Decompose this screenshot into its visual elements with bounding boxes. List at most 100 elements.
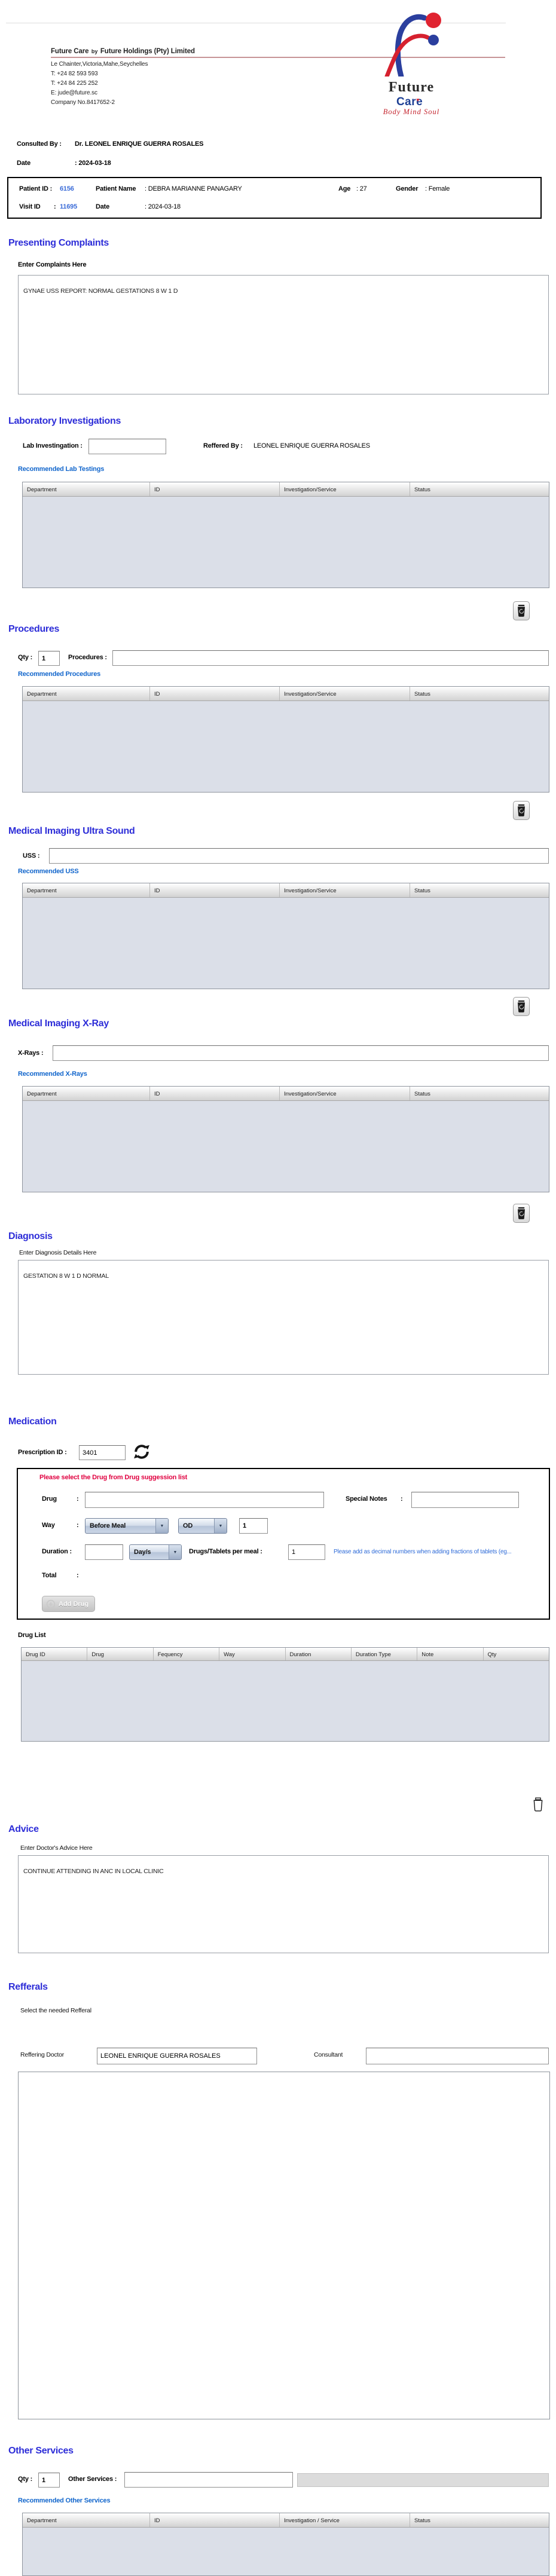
referrals-list-box[interactable] <box>18 2072 550 2419</box>
section-heading-presenting-complaints: Presenting Complaints <box>8 238 109 249</box>
column-header-department: Department <box>23 687 150 700</box>
other-services-table-header: Department ID Investigation / Service St… <box>23 2513 549 2528</box>
referrals-hint: Select the needed Refferal <box>20 2007 91 2014</box>
advice-textarea[interactable]: CONTINUE ATTENDING IN ANC IN LOCAL CLINI… <box>18 1855 549 1953</box>
company-logo: Future Care♥ Body Mind Soul <box>358 6 465 117</box>
refresh-prescription-button[interactable] <box>133 1443 151 1461</box>
column-header-id: ID <box>150 883 280 897</box>
referring-doctor-input[interactable] <box>97 2048 257 2064</box>
visit-id-label: Visit ID <box>19 203 41 210</box>
prescription-id-input[interactable] <box>79 1445 126 1460</box>
uss-input[interactable] <box>49 848 549 864</box>
column-header-investigation: Investigation/Service <box>280 482 410 496</box>
duration-type-dropdown[interactable]: Day/s <box>129 1544 182 1560</box>
way-label: Way <box>42 1522 55 1529</box>
frequency-qty-input[interactable] <box>239 1518 268 1534</box>
frequency-dropdown-value: OD <box>179 1519 214 1533</box>
delete-xray-button[interactable] <box>513 1204 530 1223</box>
company-title-main: Future Care <box>51 48 88 55</box>
drug-label: Drug <box>42 1495 57 1503</box>
column-header-status: Status <box>410 883 549 897</box>
xray-label: X-Rays : <box>18 1050 43 1057</box>
xray-input[interactable] <box>53 1045 549 1061</box>
xray-table-header: Department ID Investigation/Service Stat… <box>23 1087 549 1101</box>
column-header-duration: Duration <box>286 1648 352 1660</box>
add-drug-button[interactable]: Add Drug <box>42 1596 95 1612</box>
xray-table: Department ID Investigation/Service Stat… <box>22 1086 549 1192</box>
delete-uss-button[interactable] <box>513 997 530 1016</box>
delete-advice-button[interactable] <box>531 1795 545 1813</box>
referring-doctor-label: Reffering Doctor <box>20 2051 64 2058</box>
logo-f-swoosh-icon <box>366 6 456 77</box>
other-services-label: Other Services : <box>68 2476 117 2483</box>
fraction-note: Please add as decimal numbers when addin… <box>334 1549 544 1555</box>
column-header-drug-id: Drug ID <box>22 1648 87 1660</box>
frequency-dropdown[interactable]: OD <box>178 1518 227 1534</box>
column-header-investigation: Investigation/Service <box>280 883 410 897</box>
visit-id-colon: : <box>54 203 56 210</box>
patient-gender-label: Gender <box>396 185 418 192</box>
section-heading-referrals: Refferals <box>8 1982 48 1993</box>
logo-tagline: Body Mind Soul <box>358 108 465 117</box>
other-services-qty-input[interactable] <box>38 2473 60 2488</box>
column-header-drug: Drug <box>87 1648 153 1660</box>
drug-colon: : <box>77 1495 78 1503</box>
drug-list-table: Drug ID Drug Fequency Way Duration Durat… <box>21 1647 549 1742</box>
logo-word-care: Care♥ <box>358 96 465 109</box>
duration-label: Duration : <box>42 1548 72 1555</box>
uss-table-header: Department ID Investigation/Service Stat… <box>23 883 549 898</box>
other-services-disabled-field <box>297 2473 549 2487</box>
other-services-table: Department ID Investigation / Service St… <box>22 2513 549 2576</box>
patient-id-value: 6156 <box>60 185 74 192</box>
special-notes-colon: : <box>401 1495 402 1503</box>
column-header-status: Status <box>410 1087 549 1100</box>
patient-name-label: Patient Name <box>96 185 136 192</box>
column-header-status: Status <box>410 687 549 700</box>
drug-input[interactable] <box>85 1492 324 1508</box>
trash-icon <box>516 1000 527 1013</box>
delete-procedure-button[interactable] <box>513 801 530 820</box>
diagnosis-textarea[interactable]: GESTATION 8 W 1 D NORMAL <box>18 1260 549 1375</box>
duration-input[interactable] <box>85 1544 123 1560</box>
special-notes-label: Special Notes <box>346 1495 387 1503</box>
column-header-department: Department <box>23 883 150 897</box>
section-heading-medication: Medication <box>8 1417 57 1427</box>
delete-lab-test-button[interactable] <box>513 601 530 620</box>
add-drug-button-label: Add Drug <box>59 1601 88 1608</box>
total-label: Total <box>42 1572 56 1579</box>
chevron-down-icon <box>214 1519 227 1533</box>
section-heading-laboratory: Laboratory Investigations <box>8 416 121 427</box>
drug-list-label: Drug List <box>18 1632 45 1639</box>
lab-tests-table: Department ID Investigation/Service Stat… <box>22 482 549 588</box>
special-notes-input[interactable] <box>411 1492 519 1508</box>
patient-id-label: Patient ID : <box>19 185 52 192</box>
column-header-id: ID <box>150 482 280 496</box>
procedures-input[interactable] <box>112 650 549 666</box>
patient-info-box: Patient ID : 6156 Patient Name : DEBRA M… <box>7 177 542 219</box>
heart-icon: ♥ <box>416 97 420 103</box>
procedures-qty-input[interactable] <box>38 651 60 666</box>
section-heading-diagnosis: Diagnosis <box>8 1231 53 1242</box>
referred-by-label: Reffered By : <box>203 442 243 449</box>
section-heading-other-services: Other Services <box>8 2446 74 2456</box>
company-address: Le Chainter,Victoria,Mahe,Seychelles <box>51 61 148 68</box>
trash-icon <box>516 604 527 617</box>
advice-hint: Enter Doctor's Advice Here <box>20 1844 93 1852</box>
other-services-qty-label: Qty : <box>18 2476 32 2483</box>
column-header-id: ID <box>150 2513 280 2527</box>
other-services-input[interactable] <box>124 2472 293 2488</box>
per-meal-input[interactable] <box>288 1544 325 1560</box>
consult-date-label: Date <box>17 160 30 167</box>
company-phone-2: T: +24 84 225 252 <box>51 80 98 87</box>
column-header-investigation: Investigation/Service <box>280 687 410 700</box>
column-header-duration-type: Duration Type <box>352 1648 417 1660</box>
complaints-textarea[interactable]: GYNAE USS REPORT: NORMAL GESTATIONS 8 W … <box>18 275 549 394</box>
company-number: Company No.8417652-2 <box>51 99 115 106</box>
visit-id-value: 11695 <box>60 203 77 210</box>
consultant-input[interactable] <box>366 2048 549 2064</box>
column-header-id: ID <box>150 1087 280 1100</box>
way-dropdown[interactable]: Before Meal <box>85 1518 169 1534</box>
column-header-department: Department <box>23 1087 150 1100</box>
lab-investigation-input[interactable] <box>88 439 166 454</box>
procedures-table: Department ID Investigation/Service Stat… <box>22 686 549 793</box>
